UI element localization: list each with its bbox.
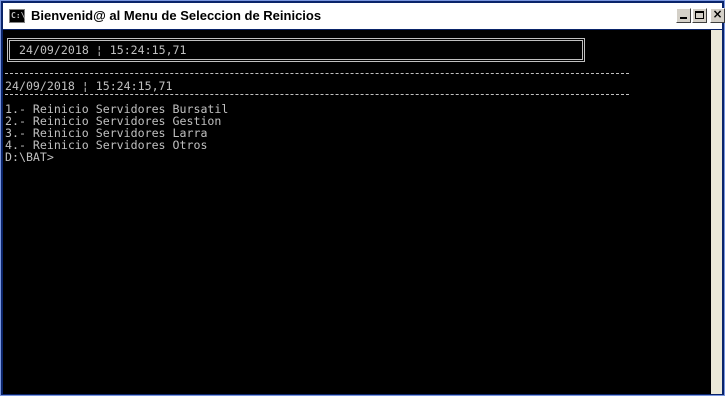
minimize-button[interactable] [676, 8, 691, 23]
separator-line [5, 73, 629, 74]
close-button[interactable]: × [710, 8, 725, 23]
boxed-datetime: 24/09/2018 ¦ 15:24:15,71 [19, 43, 187, 57]
console-output[interactable]: 24/09/2018 ¦ 15:24:15,71 24/09/2018 ¦ 15… [3, 30, 711, 394]
window-title: Bienvenid@ al Menu de Seleccion de Reini… [31, 8, 322, 23]
title-bar[interactable]: C:\ Bienvenid@ al Menu de Seleccion de R… [3, 3, 725, 29]
maximize-button[interactable] [692, 8, 707, 23]
command-prompt[interactable]: D:\BAT> [5, 151, 54, 163]
vertical-scrollbar[interactable] [711, 30, 722, 394]
console-icon[interactable]: C:\ [9, 9, 25, 23]
minimize-icon [680, 17, 687, 19]
maximize-icon [695, 11, 704, 19]
datetime-line: 24/09/2018 ¦ 15:24:15,71 [5, 79, 173, 93]
separator-line [5, 94, 629, 95]
console-icon-label: C:\ [11, 11, 26, 20]
console-window: C:\ Bienvenid@ al Menu de Seleccion de R… [0, 0, 725, 396]
close-icon: × [712, 7, 723, 21]
